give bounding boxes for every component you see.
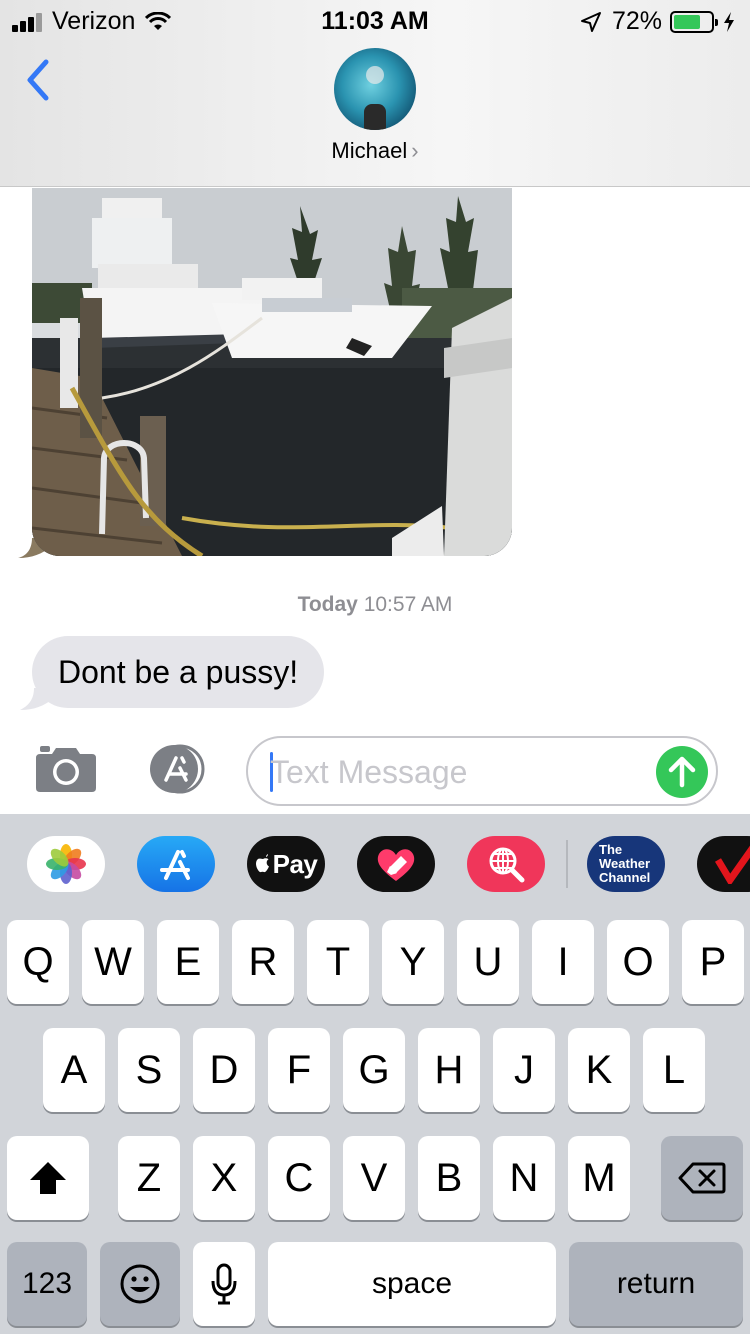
key-b[interactable]: B xyxy=(418,1136,480,1220)
key-h[interactable]: H xyxy=(418,1028,480,1112)
key-u[interactable]: U xyxy=(457,920,519,1004)
battery-level xyxy=(674,14,700,29)
key-t[interactable]: T xyxy=(307,920,369,1004)
key-i[interactable]: I xyxy=(532,920,594,1004)
battery-percent: 72% xyxy=(611,7,662,35)
verizon-app-button[interactable] xyxy=(697,836,750,892)
key-v[interactable]: V xyxy=(343,1136,405,1220)
key-r[interactable]: R xyxy=(232,920,294,1004)
message-timestamp: Today 10:57 AM xyxy=(0,593,750,617)
weather-channel-app-button[interactable]: The Weather Channel xyxy=(587,836,665,892)
apple-icon xyxy=(255,854,269,873)
send-button[interactable] xyxy=(656,746,708,798)
app-drawer-divider xyxy=(566,840,568,888)
heart-icon xyxy=(377,849,415,881)
space-key[interactable]: space xyxy=(268,1242,556,1326)
camera-icon xyxy=(36,746,96,792)
app-store-button[interactable] xyxy=(140,744,212,794)
location-icon xyxy=(580,11,601,32)
key-y[interactable]: Y xyxy=(382,920,444,1004)
key-z[interactable]: Z xyxy=(118,1136,180,1220)
key-s[interactable]: S xyxy=(118,1028,180,1112)
globe-search-icon xyxy=(489,847,525,883)
app-store-app-button[interactable] xyxy=(137,836,215,892)
chevron-left-icon xyxy=(27,59,49,101)
key-a[interactable]: A xyxy=(43,1028,105,1112)
digital-touch-app-button[interactable] xyxy=(357,836,435,892)
contact-name-button[interactable]: Michael › xyxy=(0,138,750,164)
key-d[interactable]: D xyxy=(193,1028,255,1112)
key-x[interactable]: X xyxy=(193,1136,255,1220)
arrow-up-icon xyxy=(668,756,696,788)
received-message-bubble[interactable]: Dont be a pussy! xyxy=(32,636,325,708)
status-bar: Verizon 11:03 AM 72% xyxy=(0,0,750,40)
chevron-right-icon: › xyxy=(411,138,419,163)
photos-icon xyxy=(46,844,86,884)
shift-icon xyxy=(30,1162,66,1194)
key-k[interactable]: K xyxy=(568,1028,630,1112)
key-l[interactable]: L xyxy=(643,1028,705,1112)
key-n[interactable]: N xyxy=(493,1136,555,1220)
status-right: 72% xyxy=(580,7,736,36)
camera-button[interactable] xyxy=(34,744,98,794)
key-w[interactable]: W xyxy=(82,920,144,1004)
compose-bar xyxy=(0,718,750,814)
return-key[interactable]: return xyxy=(569,1242,743,1326)
dictation-key[interactable] xyxy=(193,1242,255,1326)
shift-key[interactable] xyxy=(7,1136,89,1220)
microphone-icon xyxy=(211,1263,237,1305)
apple-pay-label: Pay xyxy=(272,848,318,879)
battery-icon xyxy=(670,10,718,33)
app-store-icon xyxy=(150,744,205,794)
key-c[interactable]: C xyxy=(268,1136,330,1220)
key-o[interactable]: O xyxy=(607,920,669,1004)
timestamp-day: Today xyxy=(297,593,358,616)
delete-icon xyxy=(678,1162,726,1194)
images-search-app-button[interactable] xyxy=(467,836,545,892)
emoji-icon xyxy=(120,1264,160,1304)
apple-pay-app-button[interactable]: Pay xyxy=(247,836,325,892)
photo-image xyxy=(32,188,512,556)
check-icon xyxy=(714,845,750,884)
key-p[interactable]: P xyxy=(682,920,744,1004)
imessage-app-drawer: Pay The Weather Channel xyxy=(0,814,750,916)
key-f[interactable]: F xyxy=(268,1028,330,1112)
charging-icon xyxy=(724,11,734,32)
delete-key[interactable] xyxy=(661,1136,743,1220)
message-list: Today 10:57 AM Dont be a pussy! xyxy=(0,188,750,718)
key-m[interactable]: M xyxy=(568,1136,630,1220)
app-store-icon xyxy=(160,850,190,880)
numbers-key[interactable]: 123 xyxy=(7,1242,87,1326)
keyboard: Q W E R T Y U I O P A S D F G H J K L Z … xyxy=(0,916,750,1334)
contact-avatar[interactable] xyxy=(334,48,416,130)
key-q[interactable]: Q xyxy=(7,920,69,1004)
conversation-header: Verizon 11:03 AM 72% Michael › xyxy=(0,0,750,187)
weather-channel-label: The Weather Channel xyxy=(599,842,651,885)
back-button[interactable] xyxy=(20,56,60,106)
photo-message[interactable] xyxy=(32,188,512,556)
key-g[interactable]: G xyxy=(343,1028,405,1112)
key-e[interactable]: E xyxy=(157,920,219,1004)
contact-name: Michael xyxy=(331,138,408,163)
photos-app-button[interactable] xyxy=(27,836,105,892)
key-j[interactable]: J xyxy=(493,1028,555,1112)
message-input-field[interactable] xyxy=(246,736,718,806)
emoji-key[interactable] xyxy=(100,1242,180,1326)
timestamp-time: 10:57 AM xyxy=(363,593,453,616)
message-input[interactable] xyxy=(270,748,650,796)
